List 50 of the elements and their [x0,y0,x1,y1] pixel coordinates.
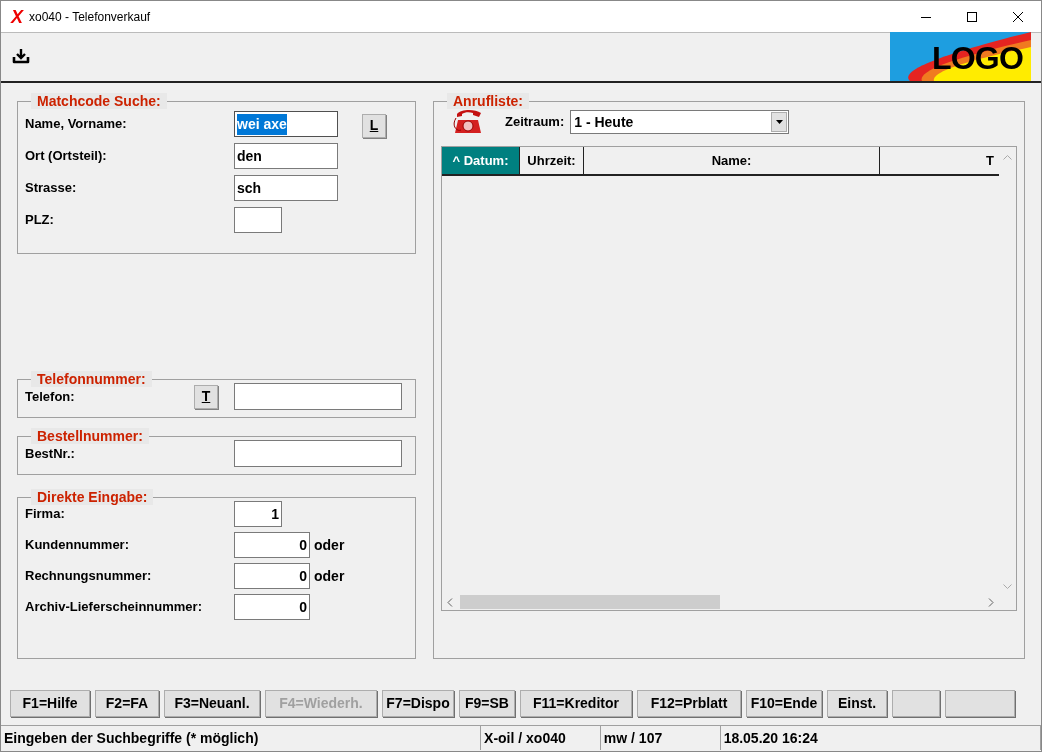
group-title: Matchcode Suche: [31,93,167,109]
input-field[interactable]: 0 [234,532,310,558]
maximize-icon[interactable] [967,11,977,22]
function-key-button[interactable]: F7=Dispo [382,689,454,717]
field-suffix: oder [314,566,345,586]
letter-button[interactable]: T [194,384,218,409]
close-icon[interactable] [1013,11,1023,22]
status-text: Eingeben der Suchbegriffe (* möglich) [1,726,482,750]
field-label: Archiv-Lieferscheinnummer: [25,598,203,617]
status-text: mw / 107 [600,726,721,750]
field-label: Name, Vorname: [25,115,128,134]
input-field[interactable]: 0 [234,594,310,620]
letter-button[interactable]: L [362,113,386,138]
function-key-button[interactable]: F3=Neuanl. [164,689,260,717]
input-field[interactable]: den [234,143,338,169]
field-suffix: oder [314,535,345,555]
field-label: Strasse: [25,179,78,198]
logo: LOGO [890,32,1031,81]
function-key-button[interactable]: Einst. [827,689,887,717]
group-title: Telefonnummer: [31,371,152,387]
window-title: xo040 - Telefonverkauf [29,8,151,26]
status-text: 18.05.20 16:24 [720,726,1041,750]
function-key-button[interactable]: F9=SB [459,689,515,717]
input-field[interactable]: 0 [234,563,310,589]
input-field[interactable] [234,440,402,467]
field-label: Ort (Ortsteil): [25,147,108,166]
function-key-button[interactable]: F10=Ende [746,689,822,717]
field-label: Telefon: [25,387,76,406]
column-header[interactable]: ^ Datum: [442,147,520,174]
input-field[interactable] [234,207,282,233]
function-key-button[interactable]: F2=FA [95,689,159,717]
input-field[interactable] [234,383,402,410]
field-label: Rechnungsnummer: [25,567,153,586]
field-label: PLZ: [25,211,55,230]
field-label: BestNr.: [25,444,76,463]
app-icon: X [11,7,23,26]
input-field[interactable]: sch [234,175,338,201]
field-label: Kundennummer: [25,536,130,555]
group-title: Anrufliste: [447,93,529,109]
zeitraum-dropdown[interactable]: 1 - Heute [570,110,790,134]
function-key-button[interactable]: F1=Hilfe [10,689,90,717]
input-field[interactable]: wei axe [234,111,338,137]
status-text: X-oil / xo040 [481,726,601,750]
function-key-button[interactable]: F12=Prblatt [637,689,741,717]
function-key-button[interactable]: F11=Kreditor [520,689,632,717]
zeitraum-label: Zeitraum: [505,113,565,132]
group-title: Bestellnummer: [31,428,149,444]
group-title: Direkte Eingabe: [31,489,154,505]
field-label: Firma: [25,505,66,524]
input-field[interactable]: 1 [234,501,282,527]
